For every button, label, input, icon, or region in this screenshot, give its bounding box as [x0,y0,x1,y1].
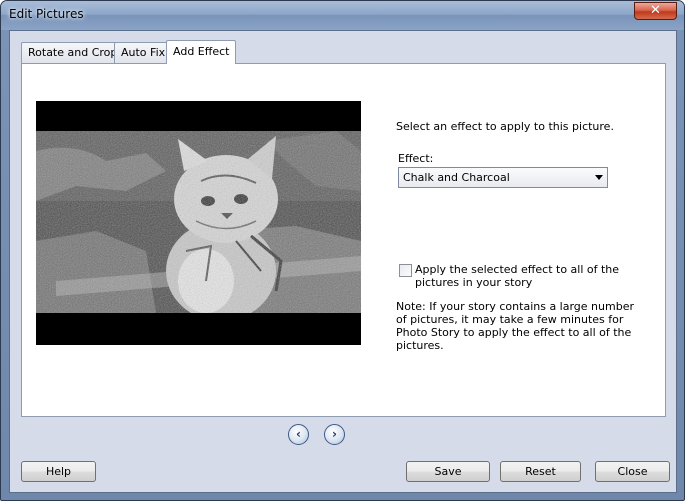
apply-all-checkbox[interactable] [399,264,412,277]
tab-auto-fix[interactable]: Auto Fix [114,42,173,64]
reset-button[interactable]: Reset [500,461,581,482]
help-button[interactable]: Help [21,461,96,482]
next-picture-button[interactable]: › [324,424,345,445]
effect-selected-value: Chalk and Charcoal [403,171,510,184]
arrow-left-icon: ‹ [296,427,301,441]
chevron-down-icon [595,175,603,180]
instruction-text: Select an effect to apply to this pictur… [396,120,614,133]
effect-label: Effect: [398,152,434,165]
close-button-label: Close [617,465,648,478]
tab-add-effect[interactable]: Add Effect [166,40,237,64]
effect-dropdown[interactable]: Chalk and Charcoal [398,167,608,188]
save-button[interactable]: Save [406,461,490,482]
apply-all-label[interactable]: Apply the selected effect to all of the … [415,263,655,289]
picture-preview [36,101,361,345]
close-icon: ✕ [650,3,661,18]
close-button[interactable]: Close [595,461,670,482]
add-effect-panel: Select an effect to apply to this pictur… [21,63,666,417]
help-button-label: Help [45,465,72,478]
tab-rotate-and-crop[interactable]: Rotate and Crop [21,42,125,64]
reset-button-label: Reset [525,465,556,478]
note-text: Note: If your story contains a large num… [396,300,634,352]
tab-label: Auto Fix [121,46,166,59]
window-title: Edit Pictures [9,7,84,21]
dialog-client-area: Rotate and Crop Auto Fix Add Effect Sele… [9,30,677,493]
edit-pictures-window: Edit Pictures ✕ Rotate and Crop Auto Fix… [0,0,685,501]
title-bar[interactable]: Edit Pictures ✕ [1,1,684,30]
arrow-right-icon: › [332,427,337,441]
previous-picture-button[interactable]: ‹ [288,424,309,445]
window-close-button[interactable]: ✕ [634,2,677,20]
save-button-label: Save [434,465,462,478]
tab-label: Add Effect [173,45,230,58]
kitten-photo-chalk-charcoal [36,131,361,313]
tab-label: Rotate and Crop [28,46,118,59]
